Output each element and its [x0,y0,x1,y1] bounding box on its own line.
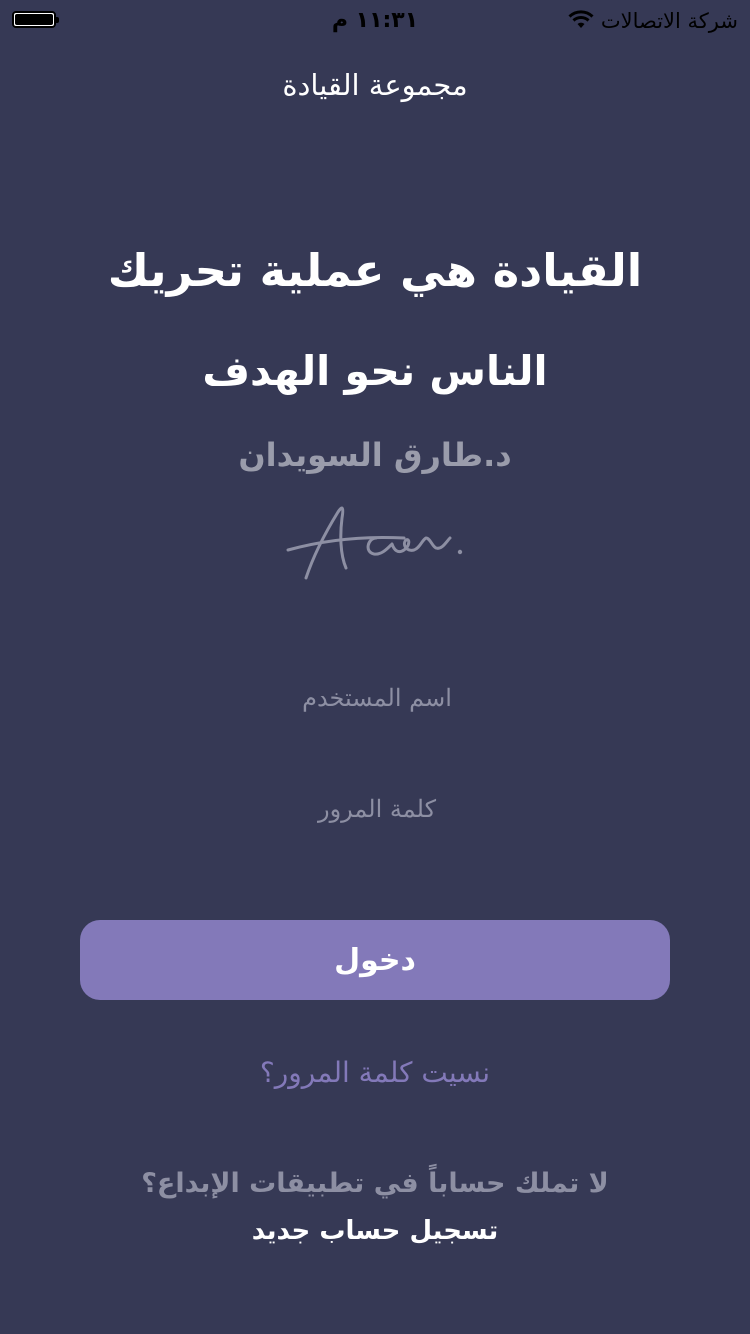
login-button[interactable]: دخول [80,920,670,1000]
app-title: مجموعة القيادة [282,68,468,102]
status-bar: ١١:٣١ م شركة الاتصالات [0,0,750,40]
wifi-icon [568,10,594,28]
quote-line-1: القيادة هي عملية تحريك [107,244,643,297]
carrier-name: شركة الاتصالات [600,9,738,33]
signature-image [286,506,463,580]
forgot-password-link[interactable]: نسيت كلمة المرور؟ [0,1056,750,1089]
register-link[interactable]: تسجيل حساب جديد [0,1216,750,1246]
quote-line-2: الناس نحو الهدف [202,347,548,395]
login-screen: ١١:٣١ م شركة الاتصالات مجموعة القيادة ال… [0,0,750,1334]
username-input[interactable] [200,667,554,729]
password-input[interactable] [200,778,554,840]
no-account-text: لا تملك حساباً في تطبيقات الإبداع؟ [141,1168,609,1199]
quote-author: د.طارق السويدان [238,436,512,474]
